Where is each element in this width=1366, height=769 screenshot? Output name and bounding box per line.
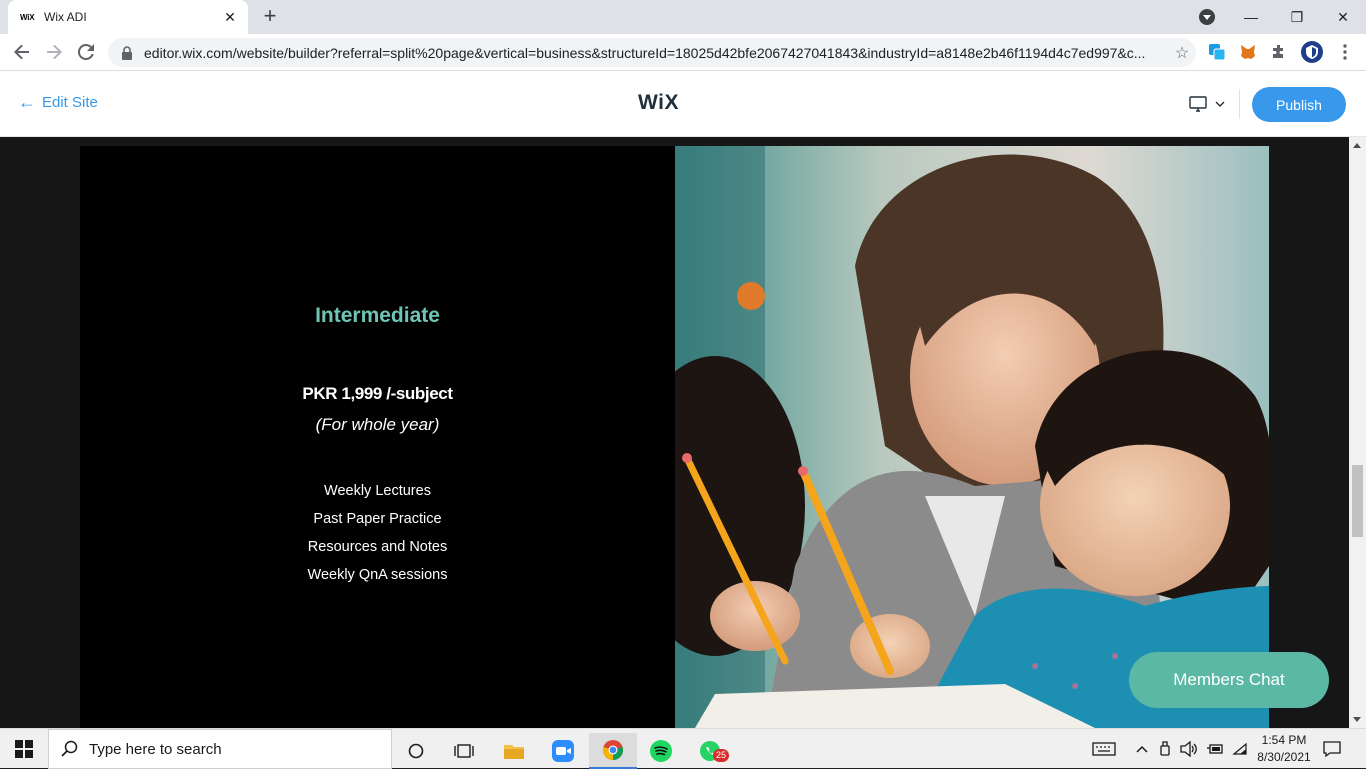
system-tray (1092, 729, 1248, 769)
reload-icon[interactable] (70, 36, 102, 68)
cortana-icon[interactable] (392, 733, 440, 769)
clock-time: 1:54 PM (1261, 733, 1307, 747)
clock-date: 8/30/2021 (1257, 750, 1311, 764)
spotify-icon[interactable] (637, 733, 685, 769)
windows-taskbar: Type here to search 25 1:54 PM 8/30/2021 (0, 728, 1366, 769)
plan-features: Weekly Lectures Past Paper Practice Reso… (80, 481, 675, 593)
members-chat-button[interactable]: Members Chat (1129, 652, 1329, 708)
whatsapp-icon[interactable]: 25 (686, 733, 734, 769)
plan-title: Intermediate (315, 304, 440, 327)
taskbar-clock[interactable]: 1:54 PM 8/30/2021 (1252, 732, 1316, 766)
battery-icon[interactable] (1206, 742, 1224, 756)
chevron-down-icon (1215, 101, 1225, 107)
windows-start-icon[interactable] (0, 729, 48, 769)
device-switcher[interactable] (1188, 95, 1226, 113)
pricing-panel: Intermediate PKR 1,999 /-subject (For wh… (80, 146, 675, 728)
wix-logo: WiX (638, 91, 679, 114)
close-window-icon[interactable]: ✕ (1320, 9, 1366, 26)
site-preview: Intermediate PKR 1,999 /-subject (For wh… (0, 137, 1349, 728)
header-divider (1239, 89, 1240, 119)
browser-toolbar: editor.wix.com/website/builder?referral=… (0, 34, 1366, 71)
scroll-down-icon[interactable] (1353, 717, 1361, 722)
translate-extension-icon[interactable] (1206, 41, 1228, 63)
wix-favicon-icon: WiX (20, 12, 35, 22)
bookmark-star-icon[interactable]: ☆ (1168, 43, 1196, 63)
chevron-up-icon[interactable] (1136, 745, 1148, 753)
task-view-icon[interactable] (440, 733, 488, 769)
new-tab-button[interactable]: + (258, 5, 282, 29)
notification-center-icon[interactable] (1322, 739, 1342, 759)
back-arrow-icon: ← (18, 92, 36, 112)
wix-editor-header: ← Edit Site WiX Publish (0, 71, 1366, 137)
publish-button[interactable]: Publish (1252, 87, 1346, 122)
zoom-icon[interactable] (539, 733, 587, 769)
profile-avatar-icon[interactable] (1301, 41, 1323, 63)
plan-period: (For whole year) (315, 415, 440, 434)
address-bar[interactable]: editor.wix.com/website/builder?referral=… (108, 38, 1196, 67)
volume-icon[interactable] (1180, 741, 1198, 757)
edit-site-link[interactable]: ← Edit Site (18, 93, 98, 111)
file-explorer-icon[interactable] (490, 733, 538, 769)
window-controls: — ❐ ✕ (1228, 0, 1366, 34)
desktop-icon (1189, 96, 1207, 112)
plan-price: PKR 1,999 /-subject (302, 384, 453, 403)
page-scrollbar[interactable] (1349, 137, 1366, 728)
browser-tab[interactable]: WiX Wix ADI ✕ (8, 0, 248, 34)
whatsapp-badge: 25 (713, 749, 730, 762)
plan-feature: Weekly QnA sessions (307, 567, 448, 583)
search-icon (61, 740, 78, 757)
teacher-student-photo (675, 146, 1269, 728)
wifi-icon[interactable] (1232, 742, 1248, 756)
tab-search-icon[interactable] (1199, 9, 1215, 25)
search-placeholder: Type here to search (89, 740, 222, 758)
minimize-icon[interactable]: — (1228, 9, 1274, 25)
scroll-up-icon[interactable] (1353, 143, 1361, 148)
taskbar-search-box[interactable]: Type here to search (48, 729, 392, 769)
lock-icon (122, 45, 132, 60)
extensions-puzzle-icon[interactable] (1268, 41, 1290, 63)
chrome-menu-icon[interactable] (1334, 41, 1356, 63)
plan-feature: Weekly Lectures (324, 483, 431, 499)
browser-tab-strip: WiX Wix ADI ✕ + — ❐ ✕ (0, 0, 1366, 34)
back-arrow-icon[interactable] (6, 36, 38, 68)
url-text: editor.wix.com/website/builder?referral=… (144, 44, 1146, 61)
forward-arrow-icon[interactable] (38, 36, 70, 68)
scrollbar-thumb[interactable] (1352, 465, 1363, 537)
restore-icon[interactable]: ❐ (1274, 9, 1320, 26)
close-tab-icon[interactable]: ✕ (222, 9, 238, 26)
edit-site-label: Edit Site (42, 93, 98, 111)
chrome-taskbar-icon[interactable] (589, 733, 637, 769)
keyboard-icon[interactable] (1092, 741, 1116, 757)
usb-device-icon[interactable] (1158, 741, 1172, 757)
plan-feature: Past Paper Practice (313, 511, 442, 527)
tab-title: Wix ADI (44, 10, 87, 24)
metamask-extension-icon[interactable] (1237, 41, 1259, 63)
plan-feature: Resources and Notes (307, 539, 448, 555)
